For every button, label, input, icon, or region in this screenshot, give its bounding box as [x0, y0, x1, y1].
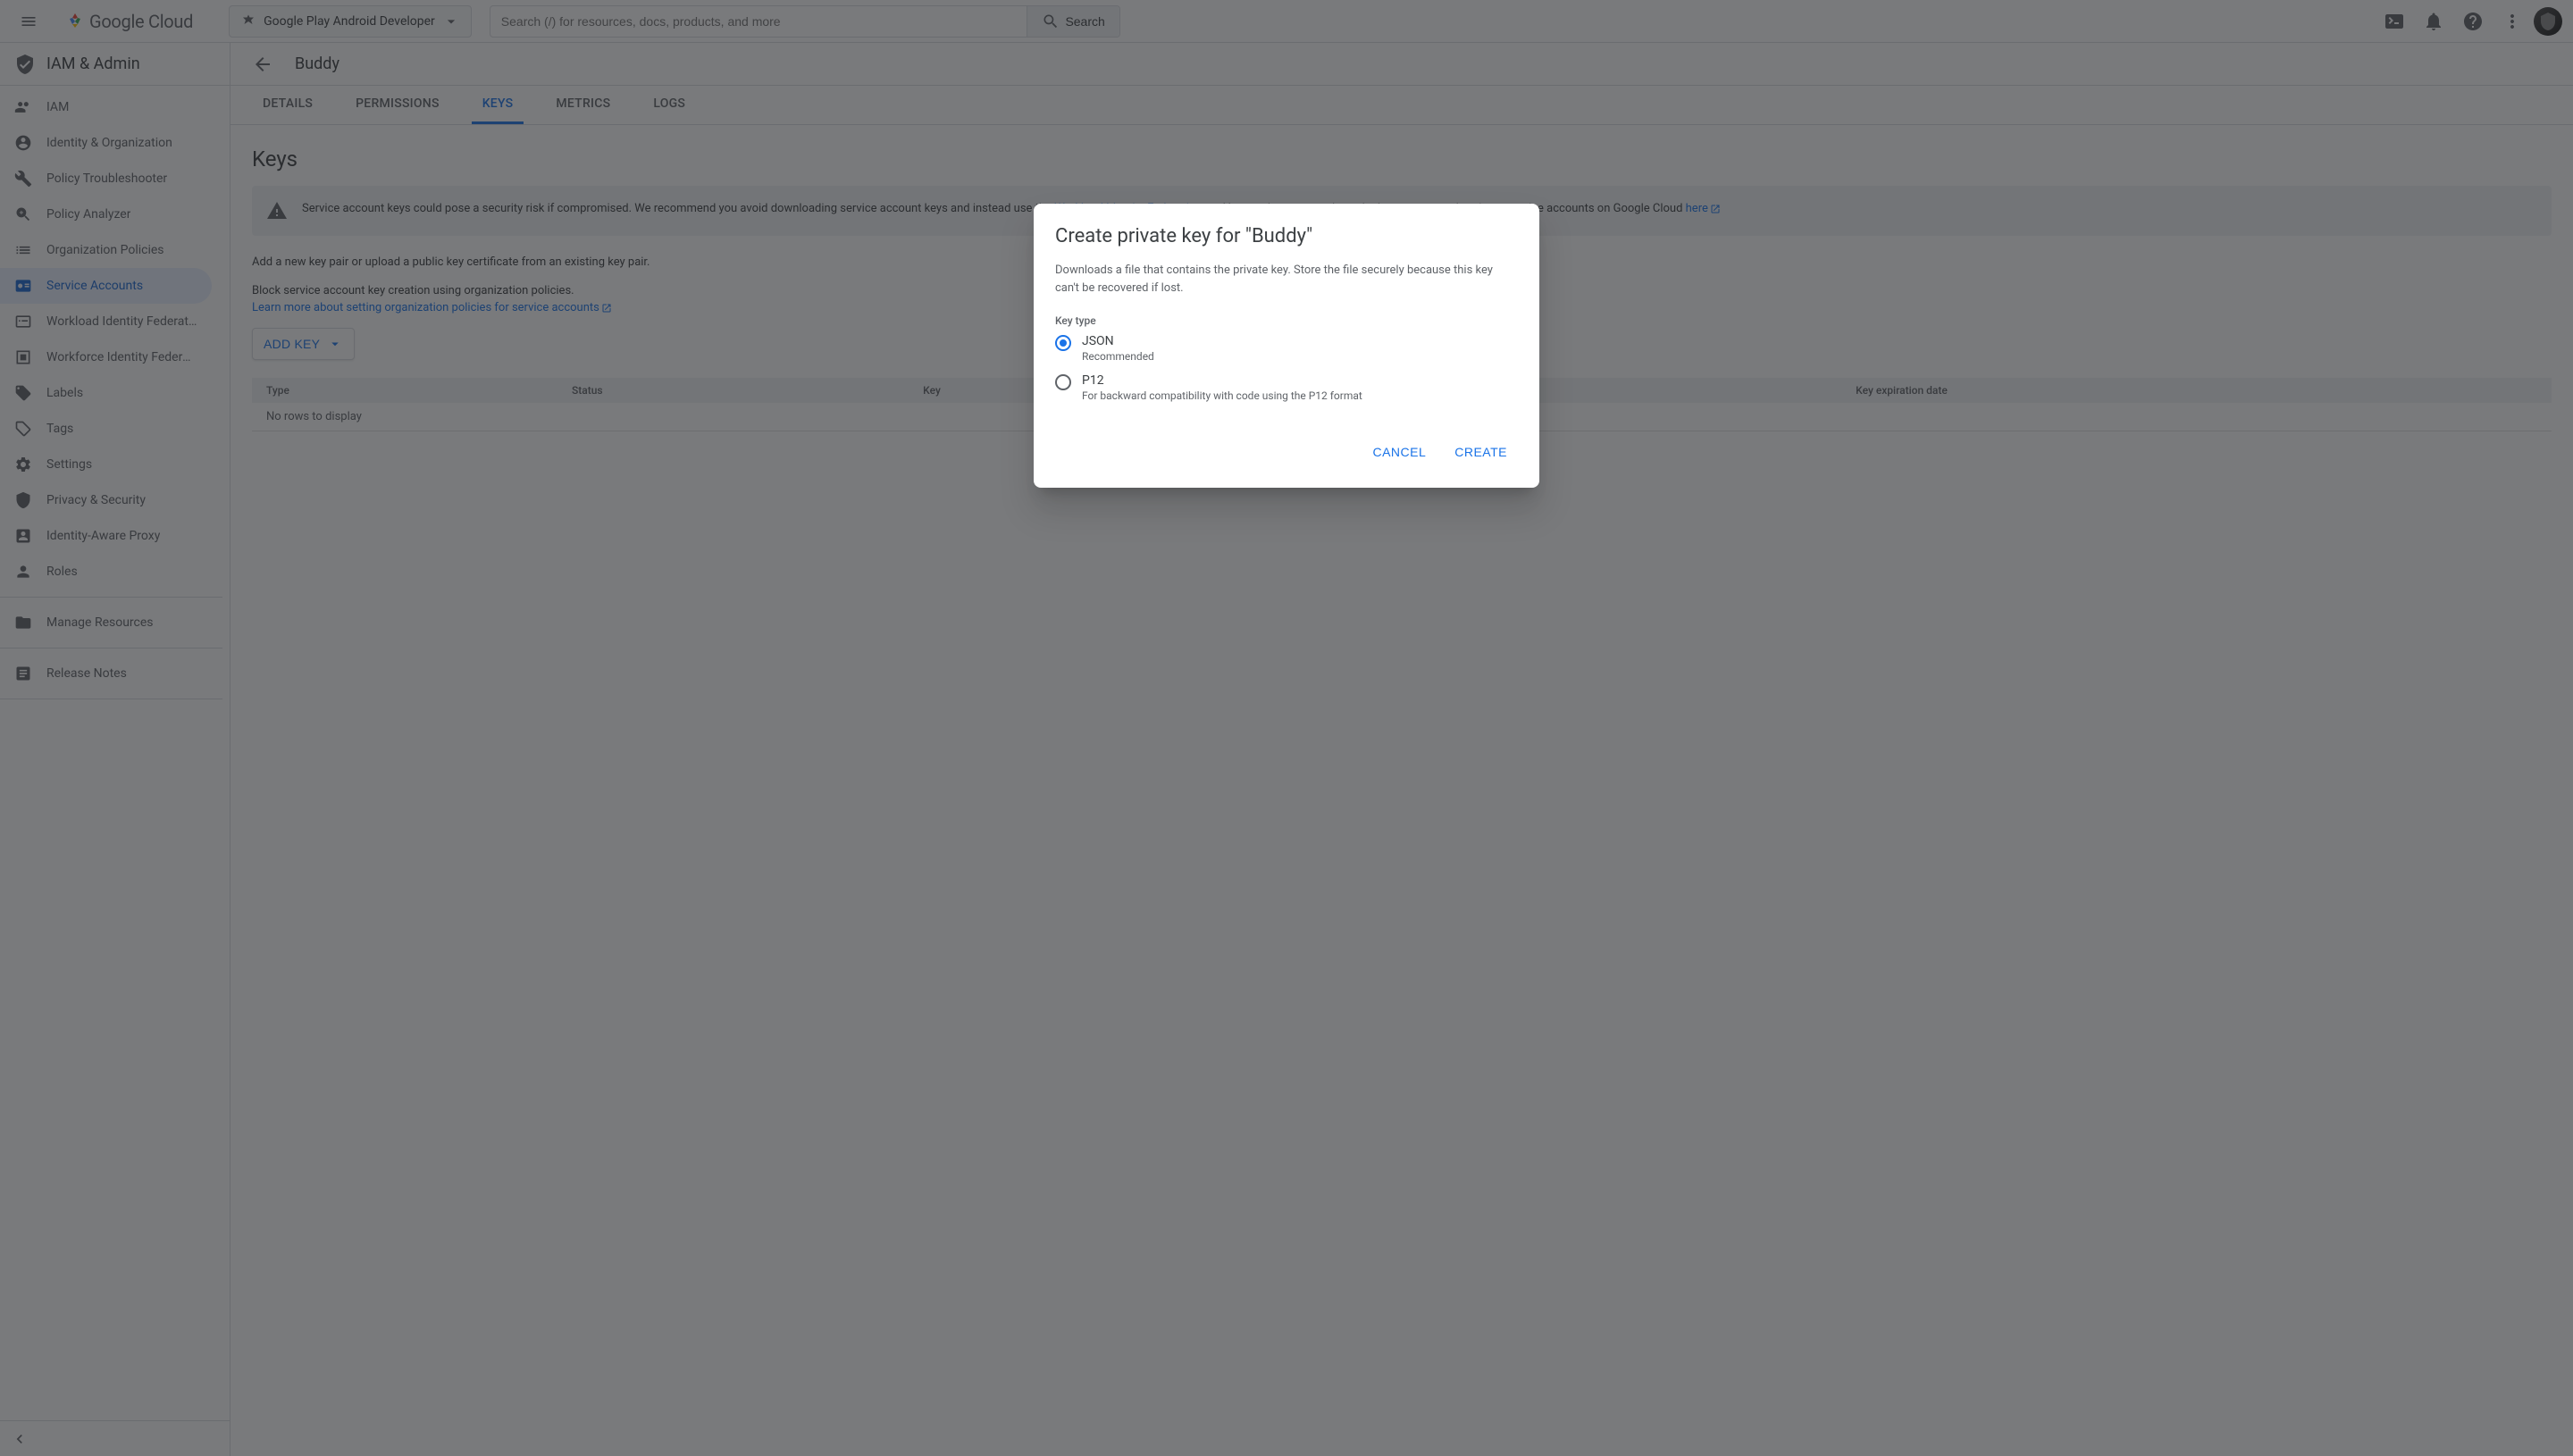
radio-title: JSON	[1082, 334, 1154, 348]
radio-title: P12	[1082, 373, 1362, 388]
radio-button-icon	[1055, 374, 1071, 390]
button-label: CREATE	[1454, 445, 1507, 459]
radio-button-icon	[1055, 335, 1071, 351]
modal-description: Downloads a file that contains the priva…	[1055, 262, 1518, 297]
modal-title: Create private key for "Buddy"	[1055, 225, 1518, 247]
modal-overlay[interactable]: Create private key for "Buddy" Downloads…	[0, 0, 2573, 1456]
create-button[interactable]: CREATE	[1444, 438, 1518, 466]
key-type-label: Key type	[1055, 314, 1518, 327]
cancel-button[interactable]: CANCEL	[1362, 438, 1437, 466]
radio-option-p12[interactable]: P12 For backward compatibility with code…	[1055, 373, 1518, 402]
key-type-radio-group: JSON Recommended P12 For backward compat…	[1055, 334, 1518, 402]
radio-option-json[interactable]: JSON Recommended	[1055, 334, 1518, 363]
create-key-modal: Create private key for "Buddy" Downloads…	[1034, 204, 1539, 488]
radio-subtitle: For backward compatibility with code usi…	[1082, 389, 1362, 402]
button-label: CANCEL	[1372, 445, 1426, 459]
radio-subtitle: Recommended	[1082, 350, 1154, 363]
modal-actions: CANCEL CREATE	[1055, 438, 1518, 466]
